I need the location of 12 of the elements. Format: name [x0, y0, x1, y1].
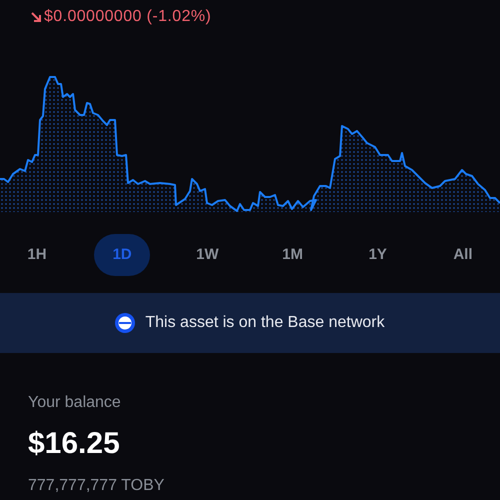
time-range-tab[interactable]: 1W [179, 234, 236, 276]
base-network-icon [115, 313, 136, 333]
network-notice: This asset is on the Base network [145, 313, 385, 333]
balance-label: Your balance [28, 393, 122, 413]
token-amount: 777,777,777 TOBY [28, 476, 166, 496]
balance-value: $16.25 [28, 426, 121, 462]
time-range-tab[interactable]: 1H [9, 234, 65, 276]
time-range-tab[interactable]: 1Y [350, 234, 406, 276]
trend-arrow-icon [30, 11, 42, 23]
time-range-tab[interactable]: All [434, 234, 491, 276]
price-change: $0.00000000 (-1.02%) [44, 7, 212, 27]
time-range-tab[interactable]: 1M [264, 234, 321, 276]
